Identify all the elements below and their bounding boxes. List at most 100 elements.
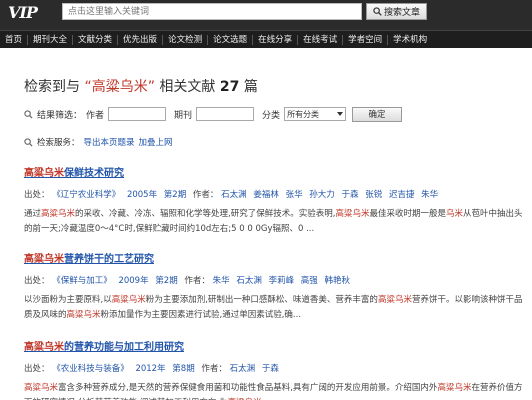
abstract-keyword: 高粱乌米 [335,209,370,219]
issue-link[interactable]: 第2期 [164,190,186,200]
result-abstract: 高粱乌米富含多种营养成分,是天然的营养保健食用菌和功能性食品基料,具有广阔的开发… [24,381,524,400]
author-label: 作者： [184,276,210,286]
abstract-keyword: 高粱乌米 [66,310,101,320]
author-link[interactable]: 孙大力 [309,190,335,200]
source-label: 出处： [24,190,50,200]
main-nav: 首页 期刊大全 文献分类 优先出版 论文检测 论文选题 在线分享 在线考试 学者… [0,30,532,48]
result-count: 27 [219,79,240,95]
author-link[interactable]: 迟吉捷 [389,190,415,200]
author-label: 作者： [201,364,227,374]
abstract-text: 粉添加量作为主要因素进行试验,通过单因素试验,确... [100,310,302,320]
title-keyword: 高粱乌米 [24,254,64,265]
title-rest: 的营养功能与加工利用研究 [64,342,184,353]
nav-item-exam[interactable]: 在线考试 [298,34,344,45]
result-item: 高粱乌米的营养功能与加工利用研究 出处： 《农业科技与装备》 2012年 第8期… [24,338,524,400]
issue-link[interactable]: 第8期 [172,364,194,374]
abstract-keyword: 高粱乌米 [111,295,146,305]
title-keyword: 高粱乌米 [24,342,64,353]
source-label: 出处： [24,364,50,374]
result-title[interactable]: 高粱乌米的营养功能与加工利用研究 [24,338,524,353]
author-link[interactable]: 张华 [286,190,303,200]
result-meta: 出处： 《辽宁农业科学》 2005年 第2期 作者： 石太渊 姜福林 张华 孙大… [24,188,524,200]
category-select-value: 所有分类 [287,109,320,119]
journal-link[interactable]: 《辽宁农业科学》 [52,190,120,200]
category-label: 分类 [262,110,281,121]
journal-link[interactable]: 《保鲜与加工》 [52,276,112,286]
search-button-label: 搜索文章 [383,8,420,18]
abstract-keyword: 高粱乌米 [377,295,412,305]
nav-item-priority[interactable]: 优先出版 [118,34,164,45]
year-link[interactable]: 2005年 [127,190,157,200]
heading-middle: 相关文献 [159,79,216,95]
export-link[interactable]: 导出本页题录 [84,136,135,148]
author-link[interactable]: 石太渊 [236,276,262,286]
result-meta: 出处： 《保鲜与加工》 2009年 第2期 作者： 朱华 石太渊 李莉峰 高强 … [24,274,524,286]
title-rest: 营养饼干的工艺研究 [64,254,154,265]
result-title[interactable]: 高粱乌米保鲜技术研究 [24,164,524,179]
abstract-text: 最佳采收时期一般是 [369,209,446,219]
source-label: 出处： [24,276,50,286]
site-logo[interactable]: VIP [8,3,54,23]
author-link[interactable]: 石太渊 [230,364,256,374]
nav-item-institution[interactable]: 学术机构 [388,35,432,45]
favorite-link[interactable]: 加叠上网 [139,136,173,148]
nav-item-share[interactable]: 在线分享 [253,34,299,45]
journal-input[interactable] [196,107,255,121]
author-link[interactable]: 高强 [301,276,318,286]
abstract-text: 以沙面粉为主要原料,以 [24,295,112,305]
year-link[interactable]: 2012年 [135,364,165,374]
service-row: 检索服务： 导出本页题录 加叠上网 [24,136,173,148]
result-title[interactable]: 高粱乌米营养饼干的工艺研究 [24,250,524,265]
category-select[interactable]: 所有分类 [284,107,347,121]
heading-keyword: “高粱乌米” [84,79,155,95]
result-item: 高粱乌米保鲜技术研究 出处： 《辽宁农业科学》 2005年 第2期 作者： 石太… [24,164,524,237]
author-link[interactable]: 于森 [342,190,359,200]
search-button[interactable]: 搜索文章 [366,3,427,20]
filter-icon [24,109,33,119]
search-icon [373,7,382,16]
abstract-keyword: 高粱乌米 [437,383,472,393]
title-rest: 保鲜技术研究 [64,168,124,179]
author-link[interactable]: 于森 [262,364,279,374]
author-link[interactable]: 姜福林 [253,190,279,200]
abstract-text: 的采收、冷藏、冷冻、辐照和化学等处理,研究了保鲜技术。实验表明, [75,209,336,219]
result-meta: 出处： 《农业科技与装备》 2012年 第8期 作者： 石太渊 于森 [24,362,524,374]
abstract-keyword: 高粱乌米 [24,383,59,393]
top-bar: VIP 搜索文章 [0,0,532,30]
abstract-text: 粉为主要添加剂,研制出一种口感酥松、味道香美、营养丰富的 [145,295,378,305]
journal-label: 期刊 [174,110,193,121]
heading-suffix: 篇 [243,79,258,95]
author-link[interactable]: 朱华 [421,190,438,200]
author-label: 作者： [192,190,219,200]
author-link[interactable]: 张锐 [365,190,382,200]
author-link[interactable]: 韩艳秋 [325,276,351,286]
confirm-button[interactable]: 确定 [352,106,403,122]
year-link[interactable]: 2009年 [118,276,148,286]
abstract-text: 通过 [24,209,42,219]
chevron-down-icon [337,111,344,116]
service-icon [24,137,33,147]
nav-item-home[interactable]: 首页 [0,34,29,45]
author-input[interactable] [108,107,167,121]
issue-link[interactable]: 第2期 [155,276,177,286]
result-abstract: 通过高粱乌米的采收、冷藏、冷冻、辐照和化学等处理,研究了保鲜技术。实验表明,高粱… [24,207,524,237]
author-label: 作者 [86,110,105,121]
abstract-keyword: 高粱乌米 [41,209,76,219]
nav-item-check[interactable]: 论文检测 [163,34,209,45]
author-link[interactable]: 李莉峰 [269,276,295,286]
abstract-keyword: 乌米 [445,209,463,219]
author-link[interactable]: 石太渊 [221,190,247,200]
author-link[interactable]: 朱华 [213,276,230,286]
filter-row: 结果筛选： 作者 期刊 分类 所有分类 确定 [24,106,403,122]
nav-item-topics[interactable]: 论文选题 [208,34,254,45]
nav-item-categories[interactable]: 文献分类 [73,34,119,45]
nav-item-scholar[interactable]: 学者空间 [343,34,389,45]
heading-prefix: 检索到与 [24,79,80,95]
result-item: 高粱乌米营养饼干的工艺研究 出处： 《保鲜与加工》 2009年 第2期 作者： … [24,250,524,323]
nav-item-journals[interactable]: 期刊大全 [28,34,74,45]
search-input[interactable] [62,3,362,20]
result-abstract: 以沙面粉为主要原料,以高粱乌米粉为主要添加剂,研制出一种口感酥松、味道香美、营养… [24,293,524,323]
journal-link[interactable]: 《农业科技与装备》 [52,364,129,374]
result-heading: 检索到与 “高粱乌米” 相关文献 27 篇 [24,76,258,96]
abstract-text: 富含多种营养成分,是天然的营养保健食用菌和功能性食品基料,具有广阔的开发应用前景… [58,383,438,393]
